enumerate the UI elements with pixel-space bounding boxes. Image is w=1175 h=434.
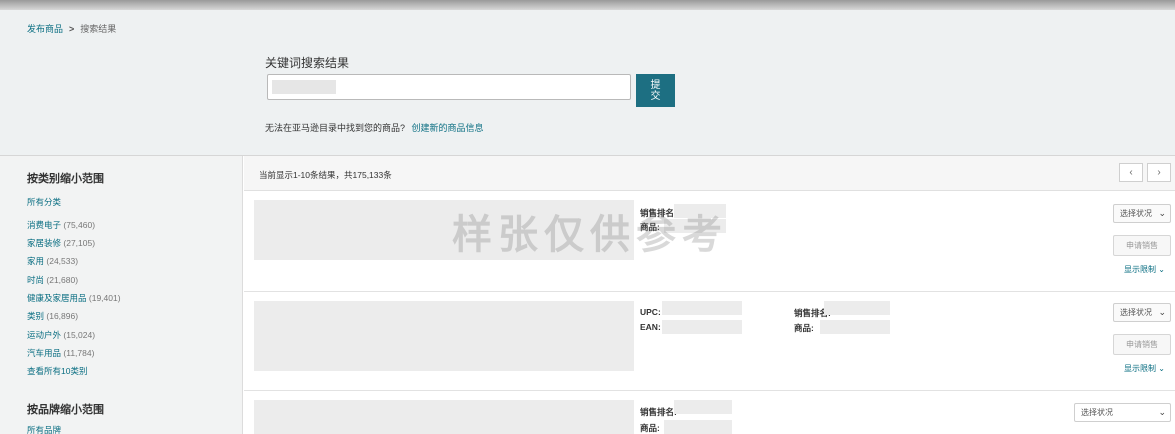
show-limits-label: 显示限制 [1124, 364, 1156, 373]
condition-select-label: 选择状况 [1081, 408, 1113, 417]
ean-value [662, 320, 742, 334]
sales-rank-label: 销售排名: [640, 407, 677, 417]
apply-to-sell-button[interactable]: 申请销售 [1113, 334, 1171, 355]
category-name: 汽车用品 [27, 348, 62, 358]
show-limits-label: 显示限制 [1124, 265, 1156, 274]
chevron-down-icon: ⌄ [1158, 307, 1166, 317]
category-name: 类别 [27, 311, 45, 321]
condition-select-label: 选择状况 [1120, 308, 1152, 317]
category-name: 健康及家居用品 [27, 293, 87, 303]
sidebar-item-category[interactable]: 家居装修 (27,105) [27, 237, 95, 249]
sidebar-item-all-categories[interactable]: 所有分类 [27, 196, 61, 208]
not-found-text: 无法在亚马逊目录中找到您的商品? [265, 123, 406, 133]
product-image-placeholder [254, 400, 634, 434]
product-value [664, 420, 732, 434]
result-row: 销售排名: 商品: 选择状况 ⌄ [244, 392, 1175, 434]
sidebar-item-category[interactable]: 消费电子 (75,460) [27, 219, 95, 231]
search-input[interactable] [267, 74, 631, 100]
category-count: (75,460) [63, 220, 96, 230]
sidebar-item-category[interactable]: 运动户外 (15,024) [27, 329, 95, 341]
category-count: (16,896) [46, 311, 79, 321]
category-filter-heading: 按类别缩小范围 [27, 173, 104, 185]
product-label: 商品: [640, 423, 660, 433]
condition-select[interactable]: 选择状况 ⌄ [1113, 204, 1171, 223]
sidebar-item-category[interactable]: 健康及家居用品 (19,401) [27, 292, 121, 304]
upc-label: UPC: [640, 307, 661, 317]
breadcrumb-parent-link[interactable]: 发布商品 [27, 22, 63, 35]
chevron-left-icon: ‹ [1129, 167, 1133, 178]
product-value [820, 320, 890, 334]
results-header: 当前显示1-10条结果，共175,133条 ‹ › [244, 156, 1175, 191]
chevron-down-icon: ⌄ [1158, 407, 1166, 417]
brand-filter-heading: 按品牌缩小范围 [27, 404, 104, 416]
sales-rank-value [824, 301, 890, 315]
create-listing-link[interactable]: 创建新的商品信息 [412, 123, 484, 133]
product-image-placeholder [254, 301, 634, 371]
view-all-categories-link[interactable]: 查看所有10类别 [27, 365, 87, 377]
show-limits-link[interactable]: 显示限制 ⌄ [1124, 264, 1165, 275]
breadcrumb-current: 搜索结果 [80, 24, 117, 34]
page-header: 发布商品 > 搜索结果 关键词搜索结果 提交 无法在亚马逊目录中找到您的商品? … [0, 10, 1175, 155]
chevron-down-icon: ⌄ [1158, 364, 1165, 373]
category-name: 家用 [27, 256, 45, 266]
upc-value [662, 301, 742, 315]
chevron-down-icon: ⌄ [1158, 208, 1166, 218]
sidebar: 按类别缩小范围 所有分类 消费电子 (75,460) 家居装修 (27,105)… [0, 156, 243, 434]
product-label: 商品: [794, 323, 814, 333]
search-input-value [272, 80, 336, 94]
window-top-shadow [0, 0, 1175, 10]
condition-select-label: 选择状况 [1120, 209, 1152, 218]
not-found-message: 无法在亚马逊目录中找到您的商品? 创建新的商品信息 [265, 121, 484, 134]
sample-watermark: 样张仅供参考 [452, 212, 728, 258]
category-count: (24,533) [46, 256, 79, 266]
breadcrumb-separator-icon: > [69, 23, 75, 34]
next-page-button[interactable]: › [1147, 163, 1171, 182]
breadcrumb: 发布商品 > 搜索结果 [27, 22, 116, 35]
chevron-right-icon: › [1157, 167, 1161, 178]
category-count: (19,401) [88, 293, 121, 303]
category-name: 时尚 [27, 275, 45, 285]
result-row: UPC: EAN: 销售排名: 商品: 选择状况 ⌄ 申请销售 显示限制 ⌄ [244, 293, 1175, 391]
category-count: (21,680) [46, 275, 79, 285]
sidebar-item-all-brands[interactable]: 所有品牌 [27, 424, 61, 434]
category-name: 消费电子 [27, 220, 62, 230]
category-name: 家居装修 [27, 238, 62, 248]
condition-select[interactable]: 选择状况 ⌄ [1113, 303, 1171, 322]
results-summary: 当前显示1-10条结果，共175,133条 [259, 170, 392, 180]
prev-page-button[interactable]: ‹ [1119, 163, 1143, 182]
show-limits-link[interactable]: 显示限制 ⌄ [1124, 363, 1165, 374]
ean-label: EAN: [640, 322, 661, 332]
sidebar-item-category[interactable]: 汽车用品 (11,784) [27, 347, 94, 359]
apply-to-sell-button[interactable]: 申请销售 [1113, 235, 1171, 256]
category-count: (27,105) [63, 238, 96, 248]
chevron-down-icon: ⌄ [1158, 265, 1165, 274]
sales-rank-value [674, 400, 732, 414]
sidebar-item-category[interactable]: 类别 (16,896) [27, 310, 78, 322]
sidebar-item-category[interactable]: 家用 (24,533) [27, 255, 78, 267]
sidebar-item-category[interactable]: 时尚 (21,680) [27, 274, 78, 286]
category-count: (11,784) [63, 348, 95, 358]
condition-select[interactable]: 选择状况 ⌄ [1074, 403, 1171, 422]
category-count: (15,024) [63, 330, 96, 340]
search-title: 关键词搜索结果 [265, 56, 350, 70]
category-name: 运动户外 [27, 330, 62, 340]
submit-button[interactable]: 提交 [636, 74, 675, 107]
